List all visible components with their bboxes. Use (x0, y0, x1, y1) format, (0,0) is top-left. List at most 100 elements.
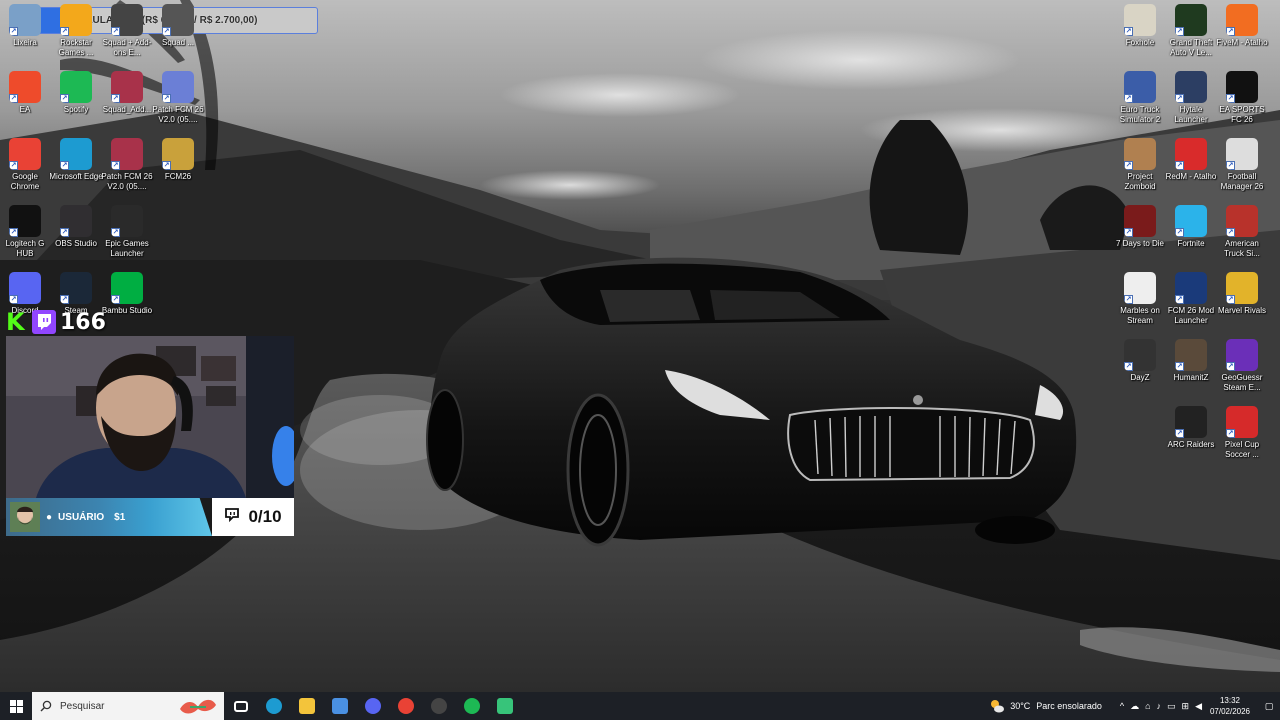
desktop-icon[interactable]: ↗ Microsoft Edge (49, 138, 103, 182)
windows-icon (9, 699, 23, 713)
desktop-icon[interactable]: ↗ EA (0, 71, 52, 115)
pixelcup-icon: ↗ (1226, 406, 1258, 438)
desktop-icon-label: EA SPORTS FC 26 (1219, 105, 1265, 124)
desktop-icon[interactable]: ↗ GeoGuessr Steam E... (1215, 339, 1269, 393)
taskbar-app[interactable] (257, 692, 290, 720)
desktop-icon[interactable]: ↗ Logitech G HUB (0, 205, 52, 259)
notifications-icon[interactable]: ▢ (1258, 701, 1280, 712)
desktop-icon[interactable]: ↗ Project Zomboid (1113, 138, 1167, 192)
desktop-icon-label: Fortnite (1177, 239, 1205, 248)
desktop-icon[interactable]: ↗ Google Chrome (0, 138, 52, 192)
avatar (10, 502, 40, 532)
desktop-icon[interactable]: ↗ Fortnite (1164, 205, 1218, 249)
desktop-icon-label: EA (19, 105, 31, 114)
desktop-icon-label: Lixeira (13, 38, 37, 47)
shortcut-arrow-icon: ↗ (9, 94, 18, 103)
app-icon (496, 698, 513, 714)
desktop-icon-label: American Truck Si... (1224, 239, 1260, 258)
desktop-icon[interactable]: ↗ Rockstar Games ... (49, 4, 103, 58)
taskbar-app[interactable] (488, 692, 521, 720)
desktop-icon-label: HumanitZ (1173, 373, 1209, 382)
desktop-icon[interactable]: ↗ Bambu Studio (100, 272, 154, 316)
start-button[interactable] (0, 692, 32, 720)
squad-icon: ↗ (162, 4, 194, 36)
taskbar-app[interactable] (323, 692, 356, 720)
desktop-icon-label: Marvel Rivals (1217, 306, 1266, 315)
desktop-icon[interactable]: ↗ OBS Studio (49, 205, 103, 249)
taskbar-app[interactable] (356, 692, 389, 720)
shortcut-arrow-icon: ↗ (1226, 27, 1235, 36)
taskbar-app[interactable] (224, 692, 257, 720)
onedrive-icon[interactable]: ☁ (1130, 701, 1139, 712)
desktop-icon[interactable]: ↗ Hytale Launcher (1164, 71, 1218, 125)
desktop-icon[interactable]: ↗ EA SPORTS FC 26 (1215, 71, 1269, 125)
viewer-counter: K 166 (6, 309, 106, 335)
desktop-icon-label: Bambu Studio (101, 306, 153, 315)
weather-icon[interactable] (989, 698, 1005, 714)
obs-icon: ↗ (60, 205, 92, 237)
desktop-icon[interactable]: ↗ Epic Games Launcher (100, 205, 154, 259)
desktop-icon[interactable]: ↗ 7 Days to Die (1113, 205, 1167, 249)
twitch-logo-icon (32, 310, 56, 334)
ethernet-icon[interactable]: ⊞ (1182, 701, 1190, 712)
store-icon (331, 698, 348, 714)
desktop-icon[interactable]: ↗ Patch FCM 26 V2.0 (05.... (151, 71, 205, 125)
gta-icon: ↗ (1175, 4, 1207, 36)
desktop-icon[interactable]: ↗ Squad + Add-ons E... (100, 4, 154, 58)
weather-temp[interactable]: 30°C (1010, 701, 1030, 711)
desktop-icon[interactable]: ↗ Patch FCM 26 V2.0 (05.... (100, 138, 154, 192)
taskbar-app[interactable] (389, 692, 422, 720)
desktop-icon[interactable]: ↗ FCM26 (151, 138, 205, 182)
weather-text[interactable]: Parc ensolarado (1036, 701, 1102, 711)
redm-icon: ↗ (1175, 138, 1207, 170)
clock[interactable]: 13:32 07/02/2026 (1208, 695, 1252, 717)
desktop-icon[interactable]: ↗ Spotify (49, 71, 103, 115)
edge-icon (265, 698, 282, 714)
desktop-icon[interactable]: ↗ DayZ (1113, 339, 1167, 383)
desktop-icon[interactable]: ↗ Euro Truck Simulator 2 (1113, 71, 1167, 125)
sub-count-panel: 0/10 (212, 498, 294, 536)
shortcut-arrow-icon: ↗ (1226, 362, 1235, 371)
desktop-icon-label: Project Zomboid (1124, 172, 1156, 191)
desktop-icon[interactable]: ↗ Grand Theft Auto V Le... (1164, 4, 1218, 58)
shortcut-arrow-icon: ↗ (1175, 228, 1184, 237)
shortcut-arrow-icon: ↗ (9, 228, 18, 237)
desktop-icon[interactable]: ↗ FiveM - Atalho (1215, 4, 1269, 48)
shortcut-arrow-icon: ↗ (162, 27, 171, 36)
search-highlight-icon (180, 699, 216, 714)
desktop-icon[interactable]: ↗ Pixel Cup Soccer ... (1215, 406, 1269, 460)
file-explorer-icon (298, 698, 315, 714)
microphone-icon[interactable]: ♪ (1157, 701, 1162, 711)
desktop-icon[interactable]: ↗ FCM 26 Mod Launcher (1164, 272, 1218, 326)
desktop-icon[interactable]: ↗ Marvel Rivals (1215, 272, 1269, 316)
desktop-icon[interactable]: ↗ American Truck Si... (1215, 205, 1269, 259)
taskbar-app[interactable] (455, 692, 488, 720)
shortcut-arrow-icon: ↗ (162, 94, 171, 103)
bullet-icon: ● (46, 511, 53, 523)
desktop-icon[interactable]: ↗ Foxhole (1113, 4, 1167, 48)
desktop-icon[interactable]: ↗ Football Manager 26 (1215, 138, 1269, 192)
taskbar-app[interactable] (422, 692, 455, 720)
desktop-icon[interactable]: ↗ HumanitZ (1164, 339, 1218, 383)
obs-icon (430, 698, 447, 714)
network-icon[interactable]: ⌂ (1145, 701, 1150, 711)
desktop-icon-label: ARC Raiders (1167, 440, 1215, 449)
desktop-icon[interactable]: ↗ ARC Raiders (1164, 406, 1218, 450)
desktop-icon[interactable]: ↗ RedM - Atalho (1164, 138, 1218, 182)
search-box[interactable]: Pesquisar (32, 692, 224, 720)
truck-icon: ↗ (1226, 205, 1258, 237)
desktop-icon[interactable]: ↗ Marbles on Stream (1113, 272, 1167, 326)
desktop-icon[interactable]: ↗ Lixeira (0, 4, 52, 48)
dayz-icon: ↗ (1124, 339, 1156, 371)
desktop-icon[interactable]: ↗ Squad_Add... (100, 71, 154, 115)
volume-icon[interactable]: ◀ (1195, 701, 1202, 712)
shortcut-arrow-icon: ↗ (1124, 161, 1133, 170)
chevron-up-icon[interactable]: ^ (1120, 701, 1124, 711)
7dtd-icon: ↗ (1124, 205, 1156, 237)
marvel-icon: ↗ (1226, 272, 1258, 304)
display-icon[interactable]: ▭ (1167, 701, 1176, 712)
taskbar-app[interactable] (290, 692, 323, 720)
shortcut-arrow-icon: ↗ (1226, 94, 1235, 103)
desktop-icon[interactable]: ↗ Squad ... (151, 4, 205, 48)
desktop-icon-label: OBS Studio (55, 239, 97, 248)
